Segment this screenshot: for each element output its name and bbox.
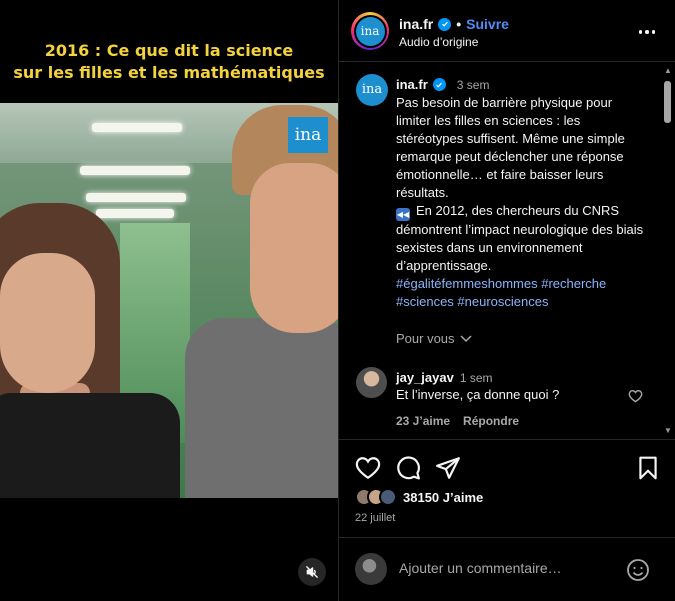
comment-meta: 23 J’aime Répondre <box>396 414 519 428</box>
scroll-up-arrow-icon[interactable]: ▲ <box>664 66 672 75</box>
ceiling-light <box>86 193 186 202</box>
post-date: 22 juillet <box>355 512 396 524</box>
mute-button[interactable] <box>298 558 326 586</box>
caption-time: 3 sem <box>456 77 490 92</box>
current-user-avatar <box>355 553 387 585</box>
comment-likes[interactable]: 23 J’aime <box>396 414 450 428</box>
comment-text: Et l’inverse, ça donne quoi ? <box>396 387 560 402</box>
video-title-line2: sur les filles et les mathématiques <box>13 63 325 82</box>
woman-face <box>0 253 95 393</box>
mute-icon <box>306 566 318 578</box>
video-frame: ina <box>0 103 338 498</box>
avatar-inner: ina <box>353 14 387 48</box>
caption-paragraph: En 2012, des chercheurs du CNRS démontre… <box>396 203 644 273</box>
comment-composer: Ajouter un commentaire… <box>339 537 675 601</box>
scroll-down-arrow-icon[interactable]: ▼ <box>664 426 672 435</box>
emoji-icon[interactable] <box>626 558 650 582</box>
video-player[interactable]: 2016 : Ce que dit la science sur les fil… <box>0 0 338 601</box>
comment-avatar[interactable] <box>356 367 387 398</box>
ina-watermark: ina <box>288 117 328 153</box>
more-options-icon[interactable] <box>635 22 659 42</box>
follow-button[interactable]: Suivre <box>466 16 509 32</box>
ceiling-light <box>80 166 190 175</box>
comments-section[interactable]: ina ina.fr 3 sem Pas besoin de barrière … <box>339 63 675 440</box>
comment-user-row: jay_jayav 1 sem <box>396 370 493 385</box>
comment-icon[interactable] <box>395 455 421 481</box>
caption-avatar[interactable]: ina <box>356 74 388 106</box>
separator-dot: • <box>456 16 462 32</box>
video-title-overlay: 2016 : Ce que dit la science sur les fil… <box>0 40 338 84</box>
reply-button[interactable]: Répondre <box>463 414 519 428</box>
comments-scrollbar[interactable]: ▲ ▼ <box>662 66 673 436</box>
caption-hashtags[interactable]: #égalitéfemmeshommes #recherche #science… <box>396 275 646 311</box>
share-icon[interactable] <box>435 455 461 481</box>
verified-icon <box>432 78 446 91</box>
caption-username[interactable]: ina.fr <box>396 77 428 92</box>
for-you-label: Pour vous <box>396 331 455 346</box>
post-panel: ina ina.fr • Suivre Audio d’origine ina … <box>338 0 675 601</box>
profile-avatar[interactable]: ina <box>351 12 389 50</box>
liker-avatar <box>379 488 397 506</box>
rewind-emoji-icon: ◀◀ <box>396 208 410 221</box>
caption-user-row: ina.fr 3 sem <box>396 77 489 92</box>
heart-icon[interactable] <box>355 455 381 481</box>
likes-count[interactable]: 38150 J’aime <box>403 490 483 505</box>
caption-text: Pas besoin de barrière physique pour lim… <box>396 94 646 311</box>
caption-paragraph: Pas besoin de barrière physique pour lim… <box>396 95 625 200</box>
audio-link[interactable]: Audio d’origine <box>399 35 478 49</box>
man-sweater <box>185 318 338 498</box>
comment-input[interactable]: Ajouter un commentaire… <box>399 560 562 576</box>
heart-icon[interactable] <box>628 389 643 403</box>
woman-jacket <box>0 393 180 498</box>
comment-time: 1 sem <box>459 371 493 385</box>
header-user-row: ina.fr • Suivre <box>399 16 509 32</box>
ina-logo: ina <box>355 16 385 46</box>
action-bar <box>339 448 675 488</box>
ceiling-light <box>92 123 182 132</box>
for-you-dropdown[interactable]: Pour vous <box>396 331 472 346</box>
comment-username[interactable]: jay_jayav <box>396 370 454 385</box>
likes-row[interactable]: 38150 J’aime <box>355 487 483 507</box>
caption-paragraph-2: ◀◀ En 2012, des chercheurs du CNRS démont… <box>396 202 646 275</box>
scrollbar-thumb[interactable] <box>664 81 671 123</box>
man-face <box>250 163 338 333</box>
ceiling-light <box>96 209 174 218</box>
verified-icon <box>438 17 452 31</box>
video-title-line1: 2016 : Ce que dit la science <box>44 41 294 60</box>
header-username[interactable]: ina.fr <box>399 16 433 32</box>
chevron-down-icon <box>460 334 472 342</box>
bookmark-icon[interactable] <box>635 455 661 481</box>
post-header: ina ina.fr • Suivre Audio d’origine <box>339 0 675 62</box>
